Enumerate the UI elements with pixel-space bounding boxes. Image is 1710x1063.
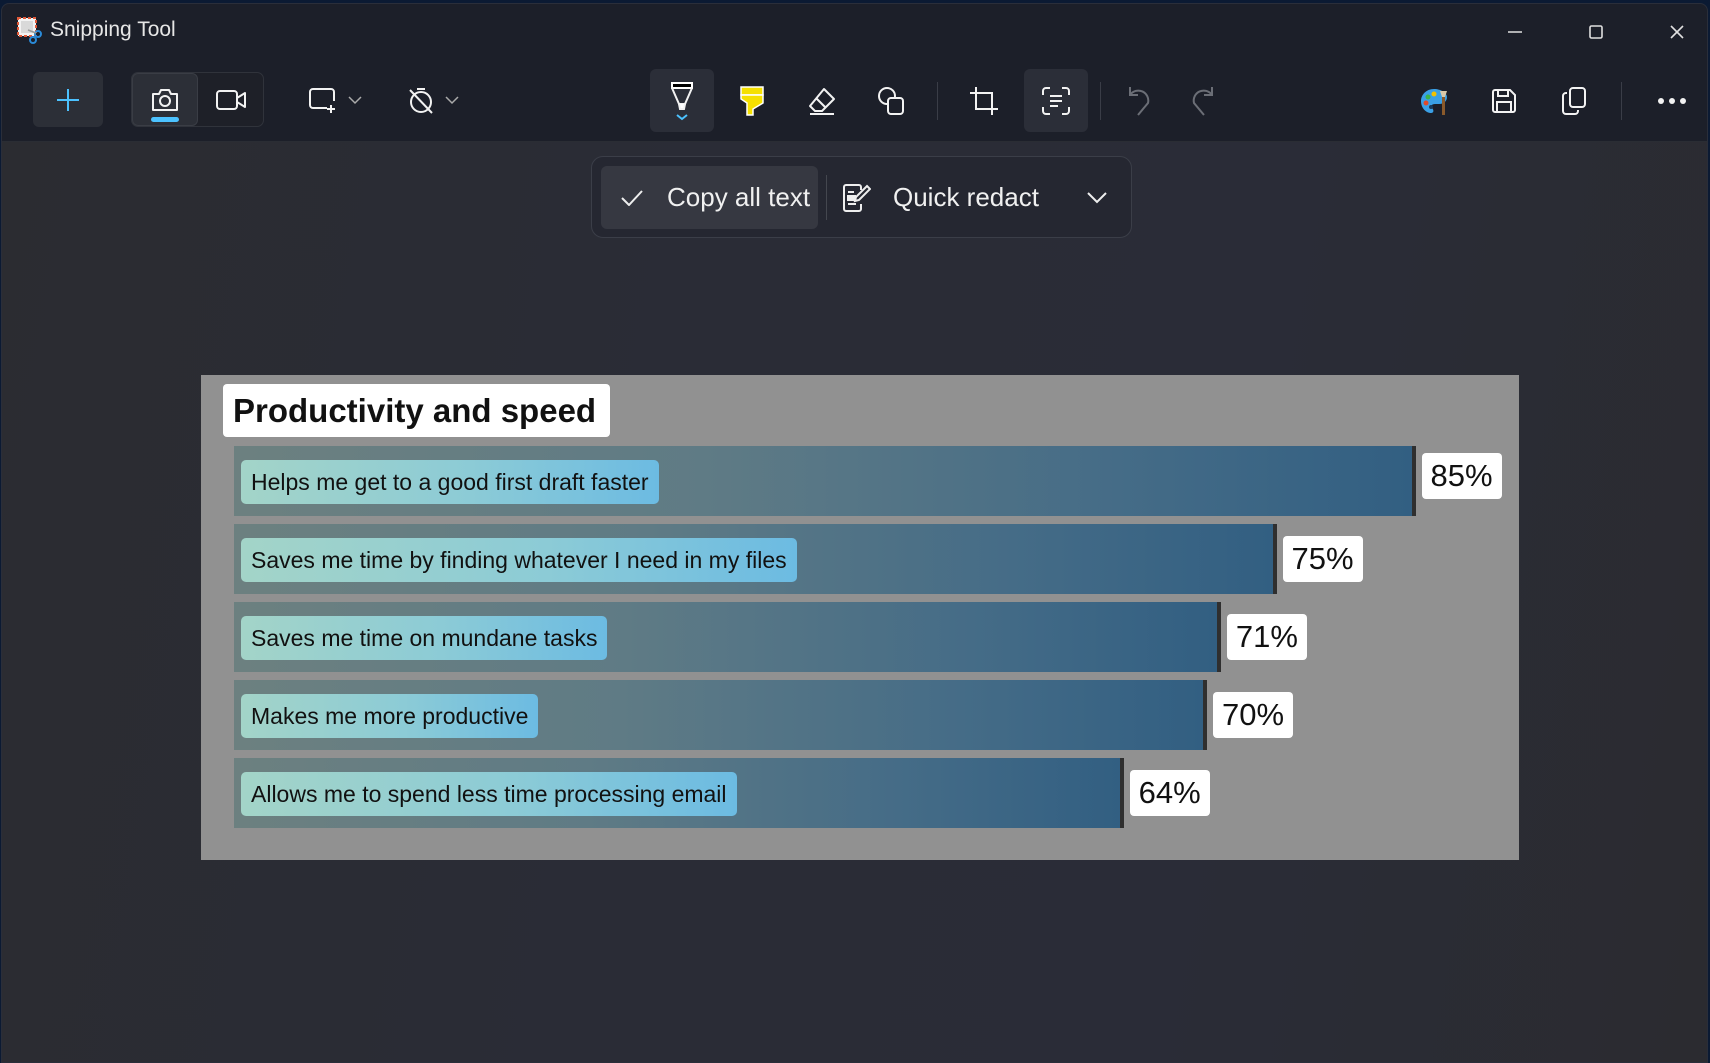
- capture-mode-toggle: [131, 72, 264, 127]
- toolbar: [2, 60, 1707, 142]
- action-divider: [826, 175, 827, 220]
- snip-mode-dropdown[interactable]: [302, 72, 368, 127]
- shapes-tool-button[interactable]: [860, 69, 924, 132]
- copy-all-text-button[interactable]: Copy all text: [601, 166, 818, 229]
- toolbar-divider: [1621, 82, 1622, 120]
- maximize-button[interactable]: [1556, 4, 1636, 60]
- value-label: 71%: [1226, 614, 1307, 660]
- snipping-tool-app-icon: [17, 17, 42, 44]
- redact-document-icon: [843, 183, 871, 212]
- no-timer-icon: [409, 87, 433, 114]
- checkmark-icon: [621, 189, 643, 206]
- rectangle-snip-icon: [309, 87, 335, 113]
- copy-icon: [1562, 86, 1586, 115]
- ballpoint-pen-icon: [671, 81, 693, 120]
- value-label: 64%: [1129, 770, 1210, 816]
- shapes-icon: [878, 86, 904, 115]
- paint-palette-icon: [1421, 88, 1447, 115]
- video-camera-icon: [216, 89, 246, 110]
- captured-chart-image[interactable]: Productivity and speed Helps me get to a…: [201, 375, 1519, 860]
- eraser-tool-button[interactable]: [790, 69, 854, 132]
- chevron-down-icon: [445, 95, 459, 104]
- category-label: Saves me time by finding whatever I need…: [241, 538, 797, 582]
- window-title: Snipping Tool: [50, 18, 176, 41]
- minimize-icon: [1508, 31, 1522, 33]
- category-label: Helps me get to a good first draft faste…: [241, 460, 659, 504]
- canvas-area: Copy all text Quick redact Productivity …: [2, 142, 1707, 1062]
- category-label: Saves me time on mundane tasks: [241, 616, 608, 660]
- value-label: 85%: [1421, 453, 1502, 499]
- edit-in-paint-button[interactable]: [1402, 69, 1466, 132]
- more-options-button[interactable]: [1642, 69, 1702, 132]
- text-actions-bar: Copy all text Quick redact: [591, 156, 1132, 238]
- value-label: 75%: [1282, 536, 1363, 582]
- save-button[interactable]: [1472, 69, 1536, 132]
- crop-tool-button[interactable]: [952, 69, 1016, 132]
- redact-options-dropdown[interactable]: [1072, 166, 1122, 229]
- close-button[interactable]: [1637, 4, 1707, 60]
- redo-icon: [1192, 86, 1213, 116]
- redo-button[interactable]: [1172, 69, 1232, 132]
- category-label: Makes me more productive: [241, 694, 539, 738]
- quick-redact-label: Quick redact: [893, 182, 1039, 212]
- chart-title: Productivity and speed: [223, 384, 611, 437]
- chevron-down-icon: [348, 95, 362, 104]
- chevron-down-icon: [1087, 191, 1107, 203]
- copy-all-text-label: Copy all text: [667, 182, 811, 212]
- new-snip-button[interactable]: [33, 72, 103, 127]
- highlighter-tool-button[interactable]: [720, 69, 784, 132]
- save-icon: [1492, 88, 1516, 113]
- video-mode-button[interactable]: [198, 73, 264, 126]
- selected-indicator: [151, 117, 179, 122]
- close-icon: [1670, 25, 1684, 39]
- category-label: Allows me to spend less time processing …: [241, 772, 737, 816]
- quick-redact-button[interactable]: Quick redact: [837, 166, 1057, 229]
- value-label: 70%: [1213, 692, 1294, 738]
- toolbar-divider: [1100, 82, 1101, 120]
- snipping-tool-window: Snipping Tool Copy all text Quick redact…: [1, 3, 1708, 1063]
- text-actions-button[interactable]: [1024, 69, 1088, 132]
- pen-tool-button[interactable]: [650, 69, 714, 132]
- maximize-icon: [1589, 25, 1603, 39]
- undo-button[interactable]: [1110, 69, 1170, 132]
- delay-dropdown[interactable]: [400, 72, 466, 127]
- toolbar-divider: [937, 82, 938, 120]
- copy-button[interactable]: [1542, 69, 1606, 132]
- undo-icon: [1129, 86, 1150, 116]
- plus-icon: [57, 88, 79, 111]
- eraser-icon: [809, 87, 835, 115]
- more-icon: [1658, 97, 1686, 104]
- camera-icon: [152, 88, 178, 111]
- highlighter-icon: [740, 85, 764, 116]
- text-actions-icon: [1042, 86, 1070, 115]
- title-bar: Snipping Tool: [2, 4, 1707, 60]
- crop-icon: [970, 86, 998, 115]
- screenshot-mode-button[interactable]: [132, 73, 198, 126]
- minimize-button[interactable]: [1475, 4, 1555, 60]
